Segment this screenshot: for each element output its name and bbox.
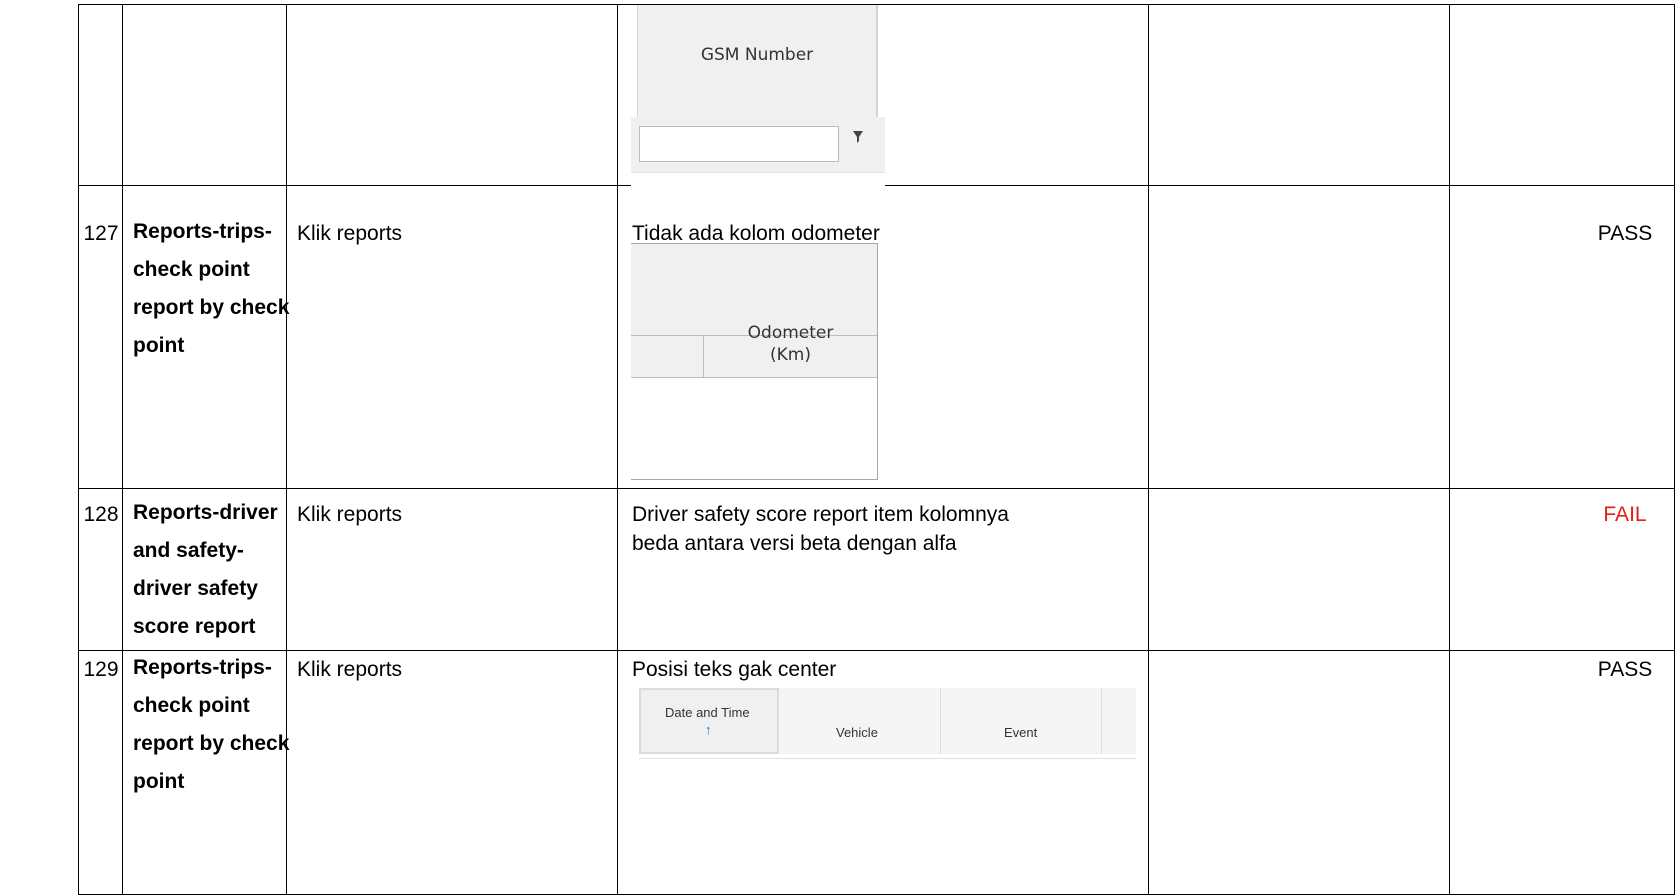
row-number: 128 <box>83 503 119 526</box>
grid-line <box>1449 4 1450 895</box>
test-step: Klik reports <box>297 503 403 526</box>
odometer-column-header[interactable]: Odometer (Km) <box>704 322 877 366</box>
status-fail: FAIL <box>1603 503 1647 526</box>
odometer-column-screenshot: Odometer (Km) <box>631 243 878 480</box>
test-title: driver safety <box>133 577 258 600</box>
grid-column-header: GSM Number <box>637 5 878 117</box>
sort-ascending-icon[interactable]: ↑ <box>705 722 712 737</box>
date-time-column-header[interactable] <box>639 688 779 754</box>
test-title: Reports-trips- <box>133 220 272 243</box>
test-step: Klik reports <box>297 222 403 245</box>
grid-line <box>78 650 1675 651</box>
test-title: report by check <box>133 296 290 319</box>
grid-line <box>78 4 79 895</box>
grid-row-line <box>639 758 1136 759</box>
column-divider <box>940 688 941 754</box>
grid-line <box>78 488 1675 489</box>
column-header-label: GSM Number <box>700 45 814 65</box>
test-step: Klik reports <box>297 658 403 681</box>
test-result: Driver safety score report item kolomnya <box>632 503 1009 526</box>
status-pass: PASS <box>1597 658 1653 681</box>
column-divider <box>1101 688 1102 754</box>
test-title: and safety- <box>133 539 244 562</box>
gsm-column-screenshot: GSM Number <box>631 5 885 186</box>
event-column-header[interactable]: Event <box>1004 725 1037 740</box>
gsm-filter-input[interactable] <box>639 126 839 162</box>
test-title: check point <box>133 258 250 281</box>
test-title: point <box>133 770 185 793</box>
date-time-header-screenshot: Date and Time ↑ Vehicle Event <box>639 688 1136 760</box>
grid-line <box>617 4 618 895</box>
filter-icon[interactable] <box>853 131 863 148</box>
test-title: score report <box>133 615 256 638</box>
filter-row <box>631 117 885 172</box>
test-title: point <box>133 334 185 357</box>
test-title: check point <box>133 694 250 717</box>
test-title: report by check <box>133 732 290 755</box>
grid-line <box>1148 4 1149 895</box>
test-title: Reports-trips- <box>133 656 272 679</box>
row-number: 129 <box>83 658 119 681</box>
vehicle-column-header[interactable]: Vehicle <box>836 725 878 740</box>
test-result: Posisi teks gak center <box>632 658 837 681</box>
row-number: 127 <box>83 222 119 245</box>
test-title: Reports-driver <box>133 501 278 524</box>
grid-line <box>122 4 123 895</box>
test-result: beda antara versi beta dengan alfa <box>632 532 957 555</box>
status-pass: PASS <box>1597 222 1653 245</box>
grid-row <box>631 172 885 187</box>
column-header-label: Date and Time <box>665 705 750 720</box>
